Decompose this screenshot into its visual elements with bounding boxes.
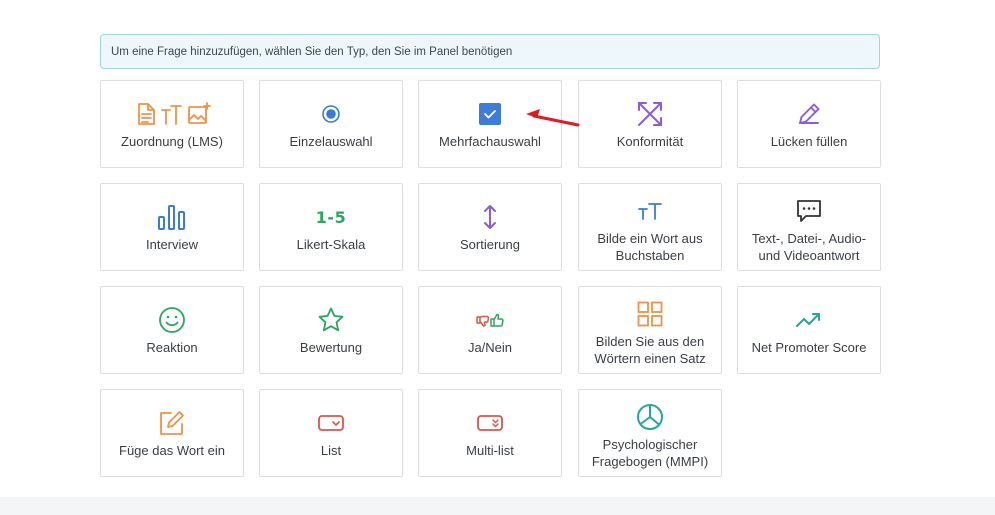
tile-net-promoter-score[interactable]: Net Promoter Score bbox=[737, 286, 881, 374]
vertical-arrows-icon bbox=[419, 204, 561, 230]
pencil-icon bbox=[738, 101, 880, 127]
tile-ja-nein[interactable]: Ja/Nein bbox=[418, 286, 562, 374]
tile-label: Text-, Datei-, Audio- und Videoantwort bbox=[751, 231, 867, 263]
smiley-icon bbox=[101, 307, 243, 333]
tile-label: Interview bbox=[145, 237, 199, 252]
tile-label: List bbox=[320, 443, 342, 458]
tile-luecken-fuellen[interactable]: Lücken füllen bbox=[737, 80, 881, 168]
tile-interview[interactable]: Interview bbox=[100, 183, 244, 271]
top-band bbox=[0, 0, 995, 14]
tile-label: Zuordnung (LMS) bbox=[121, 134, 223, 149]
tile-fuege-wort-ein[interactable]: Füge das Wort ein bbox=[100, 389, 244, 477]
likert-icon: 1-5 bbox=[260, 204, 402, 230]
tile-label: Konformität bbox=[616, 134, 684, 149]
tile-zuordnung[interactable]: Zuordnung (LMS) bbox=[100, 80, 244, 168]
tile-reaktion[interactable]: Reaktion bbox=[100, 286, 244, 374]
tile-label: Net Promoter Score bbox=[751, 340, 867, 355]
chat-icon bbox=[738, 198, 880, 224]
tile-satz-aus-woertern[interactable]: Bilden Sie aus den Wörtern einen Satz bbox=[578, 286, 722, 374]
text-size-icon bbox=[579, 198, 721, 224]
tile-einzelauswahl[interactable]: Einzelauswahl bbox=[259, 80, 403, 168]
tile-likert-skala[interactable]: 1-5 Likert-Skala bbox=[259, 183, 403, 271]
tile-label: Multi-list bbox=[466, 443, 514, 458]
radio-icon bbox=[260, 101, 402, 127]
tile-text-datei-audio-video[interactable]: Text-, Datei-, Audio- und Videoantwort bbox=[737, 183, 881, 271]
info-banner: Um eine Frage hinzuzufügen, wählen Sie d… bbox=[100, 34, 880, 69]
lms-icons bbox=[101, 101, 243, 127]
multi-dropdown-icon bbox=[419, 410, 561, 436]
tile-list[interactable]: List bbox=[259, 389, 403, 477]
tile-sortierung[interactable]: Sortierung bbox=[418, 183, 562, 271]
edit-box-icon bbox=[101, 410, 243, 436]
tile-label: Ja/Nein bbox=[467, 340, 513, 355]
thumbs-icon bbox=[419, 307, 561, 333]
star-icon bbox=[260, 307, 402, 333]
arrows-cross-icon bbox=[579, 101, 721, 127]
trend-icon bbox=[738, 307, 880, 333]
tile-label: Psychologischer Fragebogen (MMPI) bbox=[591, 437, 709, 469]
pie-chart-icon bbox=[579, 404, 721, 430]
likert-icon-text: 1-5 bbox=[315, 207, 347, 227]
tile-multi-list[interactable]: Multi-list bbox=[418, 389, 562, 477]
tile-label: Reaktion bbox=[146, 340, 198, 355]
dropdown-icon bbox=[260, 410, 402, 436]
bar-chart-icon bbox=[101, 204, 243, 230]
tile-label: Bewertung bbox=[299, 340, 363, 355]
tile-wort-aus-buchstaben[interactable]: Bilde ein Wort aus Buchstaben bbox=[578, 183, 722, 271]
tile-label: Likert-Skala bbox=[296, 237, 366, 252]
tile-label: Sortierung bbox=[460, 237, 520, 252]
grid-icon bbox=[579, 301, 721, 327]
tile-label: Einzelauswahl bbox=[289, 134, 373, 149]
pointer-arrow bbox=[526, 109, 580, 127]
tile-konformitaet[interactable]: Konformität bbox=[578, 80, 722, 168]
info-text: Um eine Frage hinzuzufügen, wählen Sie d… bbox=[111, 46, 513, 58]
tile-psychologischer-fragebogen[interactable]: Psychologischer Fragebogen (MMPI) bbox=[578, 389, 722, 477]
tile-label: Bilden Sie aus den Wörtern einen Satz bbox=[594, 334, 706, 366]
tile-label: Füge das Wort ein bbox=[119, 443, 225, 458]
tile-bewertung[interactable]: Bewertung bbox=[259, 286, 403, 374]
tile-label: Lücken füllen bbox=[770, 134, 848, 149]
tile-label: Bilde ein Wort aus Buchstaben bbox=[597, 231, 703, 263]
tile-label: Mehrfachauswahl bbox=[439, 134, 541, 149]
